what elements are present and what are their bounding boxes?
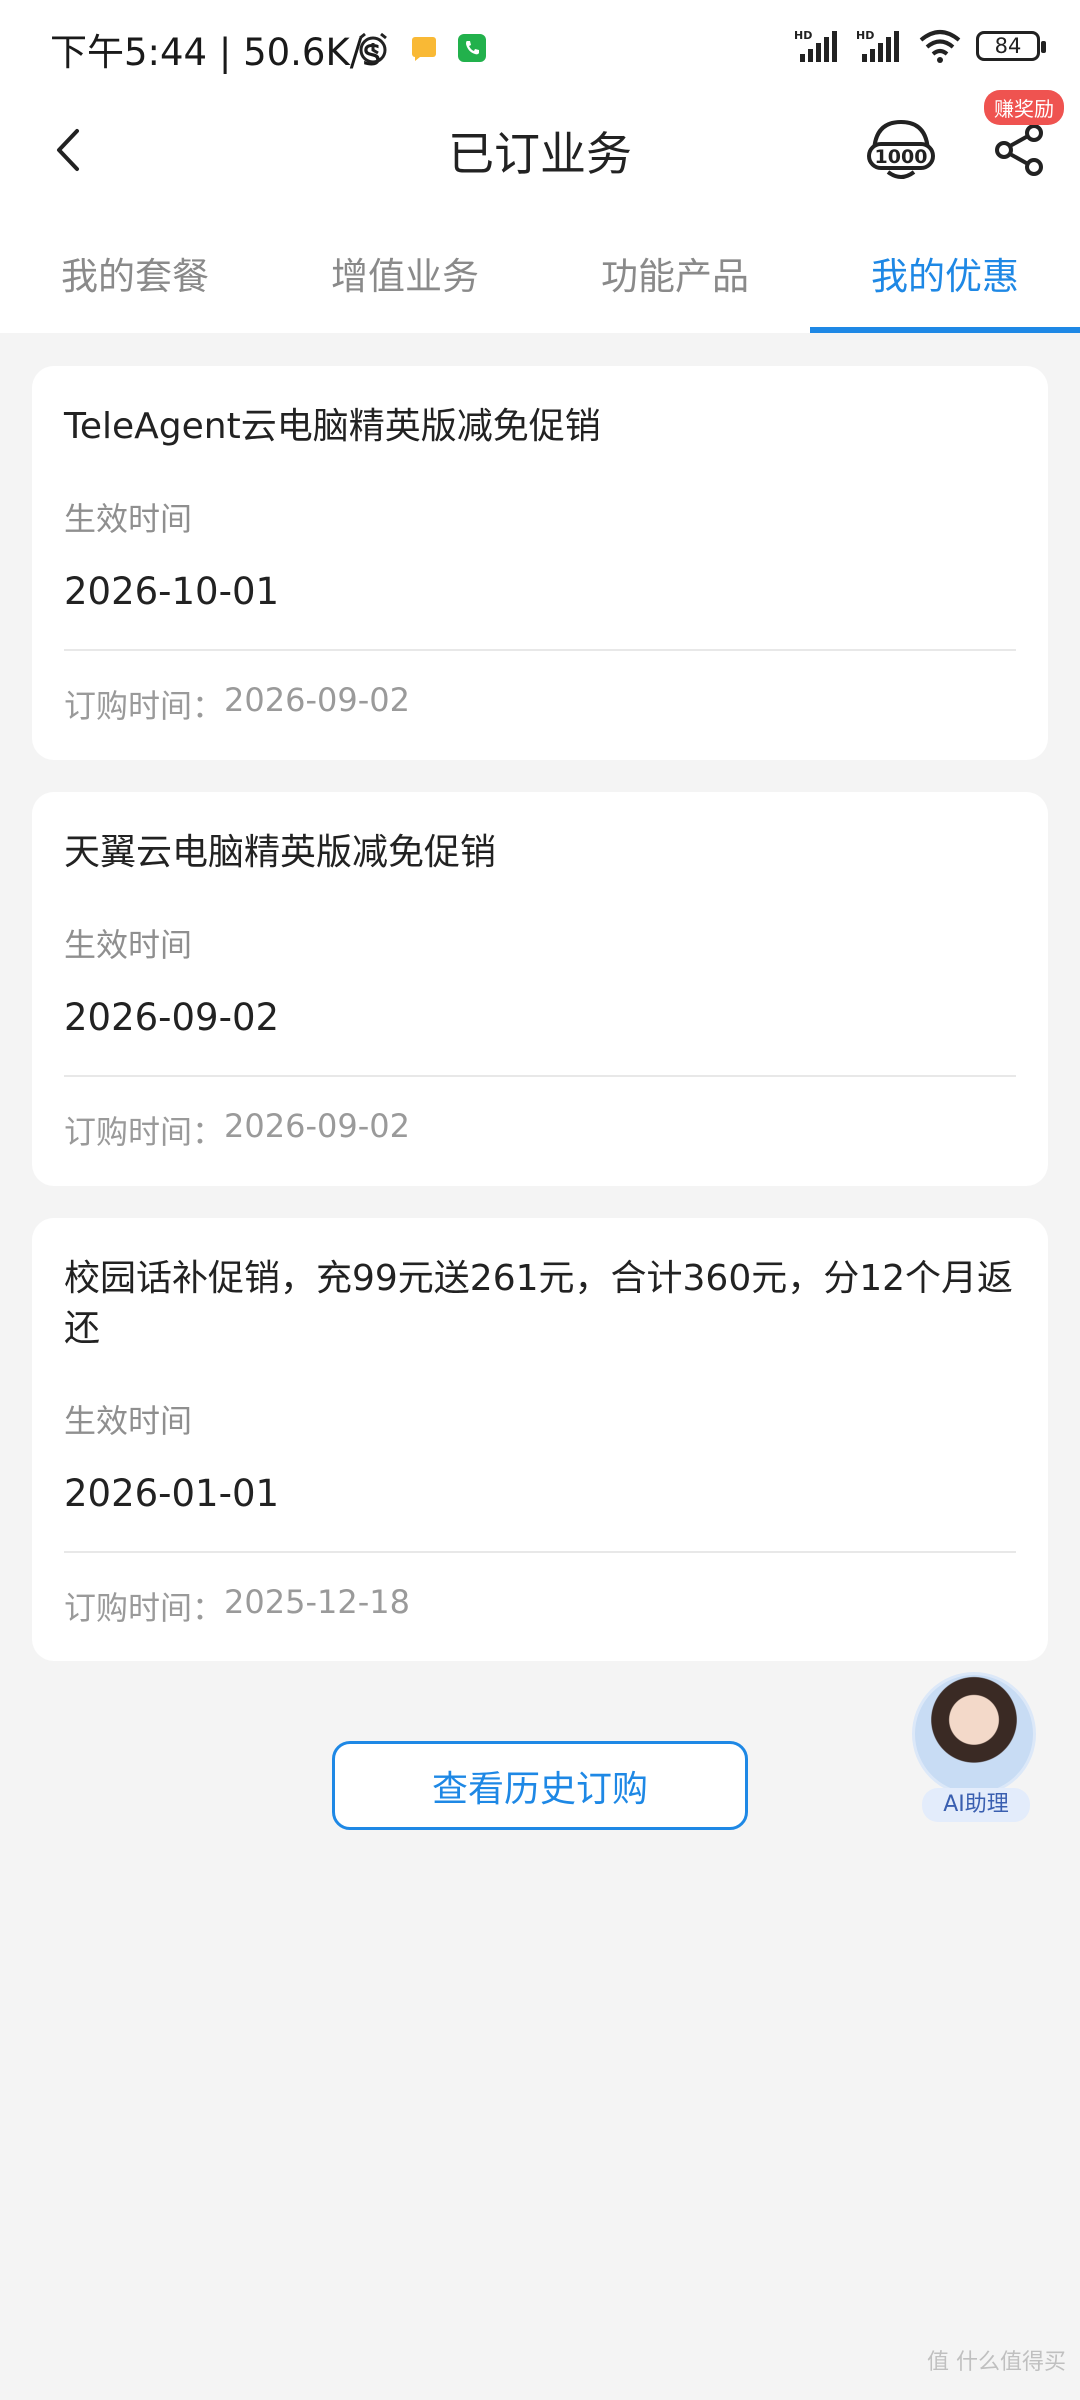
- alarm-icon: [359, 32, 387, 64]
- tab-function-products[interactable]: 功能产品: [540, 228, 810, 333]
- discount-card[interactable]: 天翼云电脑精英版减免促销 生效时间 2026-09-02 订购时间： 2026-…: [32, 792, 1048, 1186]
- order-time-label: 订购时间：: [64, 687, 225, 725]
- signal-hd-icon-2: HD: [856, 29, 899, 62]
- phone-app-icon: [458, 34, 486, 62]
- watermark: 值 什么值得买: [927, 2350, 1066, 2375]
- reward-badge[interactable]: 赚奖励: [984, 90, 1064, 125]
- order-time: 订购时间： 2025-12-18: [64, 1583, 1016, 1629]
- divider: [64, 649, 1016, 651]
- customer-service-button[interactable]: 1000: [866, 116, 936, 186]
- status-notification-icons: [355, 30, 487, 66]
- effective-time-label: 生效时间: [64, 1402, 193, 1440]
- effective-time-value: 2026-01-01: [64, 1472, 280, 1515]
- order-time-value: 2026-09-02: [224, 1107, 410, 1145]
- svg-text:1000: 1000: [875, 146, 928, 168]
- tab-my-discounts[interactable]: 我的优惠: [810, 228, 1080, 333]
- status-system-icons: HD HD 84: [794, 28, 1046, 64]
- order-time: 订购时间： 2026-09-02: [64, 1107, 1016, 1153]
- ai-assistant-button[interactable]: AI助理: [912, 1672, 1040, 1822]
- app-header: 已订业务 1000 赚奖励: [0, 90, 1080, 200]
- svg-text:HD: HD: [856, 29, 874, 42]
- headset-10000-icon: 1000: [867, 119, 935, 179]
- signal-hd-icon: HD: [794, 29, 837, 62]
- ai-assistant-label: AI助理: [922, 1788, 1030, 1822]
- message-app-icon: [412, 37, 436, 61]
- share-icon: [995, 124, 1043, 176]
- divider: [64, 1075, 1016, 1077]
- view-history-button[interactable]: 查看历史订购: [332, 1741, 748, 1830]
- order-time-value: 2026-09-02: [224, 681, 410, 719]
- discount-card[interactable]: 校园话补促销，充99元送261元，合计360元，分12个月返还 生效时间 202…: [32, 1218, 1048, 1661]
- ai-assistant-avatar: [912, 1672, 1036, 1796]
- status-time: 下午5:44 | 50.6K/s: [50, 31, 382, 74]
- svg-text:HD: HD: [794, 29, 812, 42]
- order-time-value: 2025-12-18: [224, 1583, 410, 1621]
- status-bar: 下午5:44 | 50.6K/s HD HD 84: [0, 0, 1080, 100]
- effective-time-value: 2026-09-02: [64, 996, 280, 1039]
- order-time-label: 订购时间：: [64, 1113, 225, 1151]
- card-title: 校园话补促销，充99元送261元，合计360元，分12个月返还: [64, 1258, 1014, 1349]
- battery-icon: 84: [976, 31, 1046, 61]
- order-time: 订购时间： 2026-09-02: [64, 681, 1016, 727]
- discount-card[interactable]: TeleAgent云电脑精英版减免促销 生效时间 2026-10-01 订购时间…: [32, 366, 1048, 760]
- card-title: 天翼云电脑精英版减免促销: [64, 832, 497, 873]
- divider: [64, 1551, 1016, 1553]
- share-button[interactable]: [990, 120, 1050, 180]
- tab-my-plan[interactable]: 我的套餐: [0, 228, 270, 333]
- tab-value-added[interactable]: 增值业务: [270, 228, 540, 333]
- effective-time-value: 2026-10-01: [64, 570, 280, 613]
- card-title: TeleAgent云电脑精英版减免促销: [64, 406, 601, 447]
- effective-time-label: 生效时间: [64, 926, 193, 964]
- wifi-icon: [919, 30, 961, 63]
- tab-bar: 我的套餐 增值业务 功能产品 我的优惠: [0, 228, 1080, 333]
- effective-time-label: 生效时间: [64, 500, 193, 538]
- order-time-label: 订购时间：: [64, 1589, 225, 1627]
